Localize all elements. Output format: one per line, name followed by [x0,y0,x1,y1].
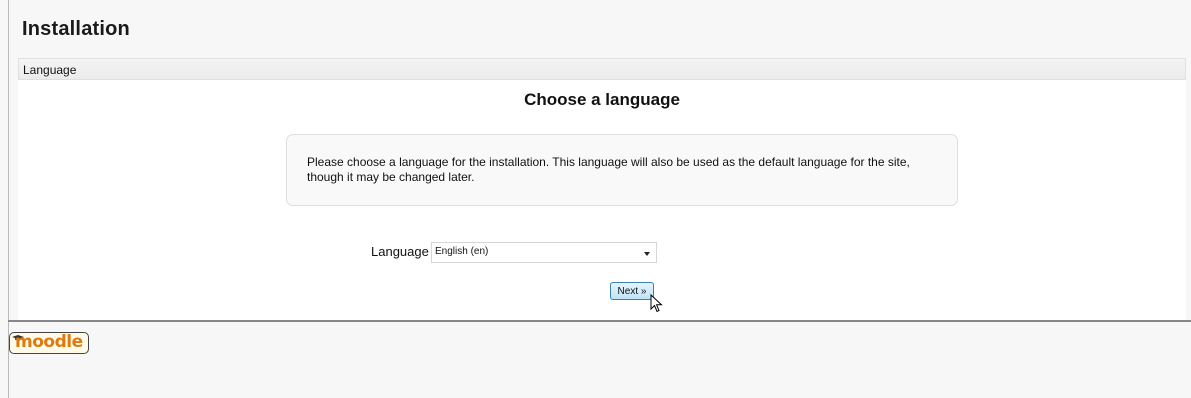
installer-page: Installation Language Choose a language … [0,0,1191,398]
page-title: Installation [22,18,130,40]
next-button[interactable]: Next » [610,282,654,300]
info-box: Please choose a language for the install… [286,134,958,206]
moodle-logo[interactable]: moodle [9,332,89,354]
info-text: Please choose a language for the install… [307,155,910,184]
section-heading: Choose a language [524,90,680,109]
footer [9,322,1191,398]
main-content: Choose a language Please choose a langua… [18,80,1186,320]
chevron-down-icon [644,252,650,256]
language-select-value: English (en) [435,246,489,257]
mouse-cursor-icon [650,294,663,313]
breadcrumb-label: Language [23,63,77,77]
language-label: Language [371,244,429,259]
language-select[interactable]: English (en) [431,242,657,263]
moodle-logo-text: moodle [15,332,83,352]
breadcrumb: Language [18,58,1186,80]
